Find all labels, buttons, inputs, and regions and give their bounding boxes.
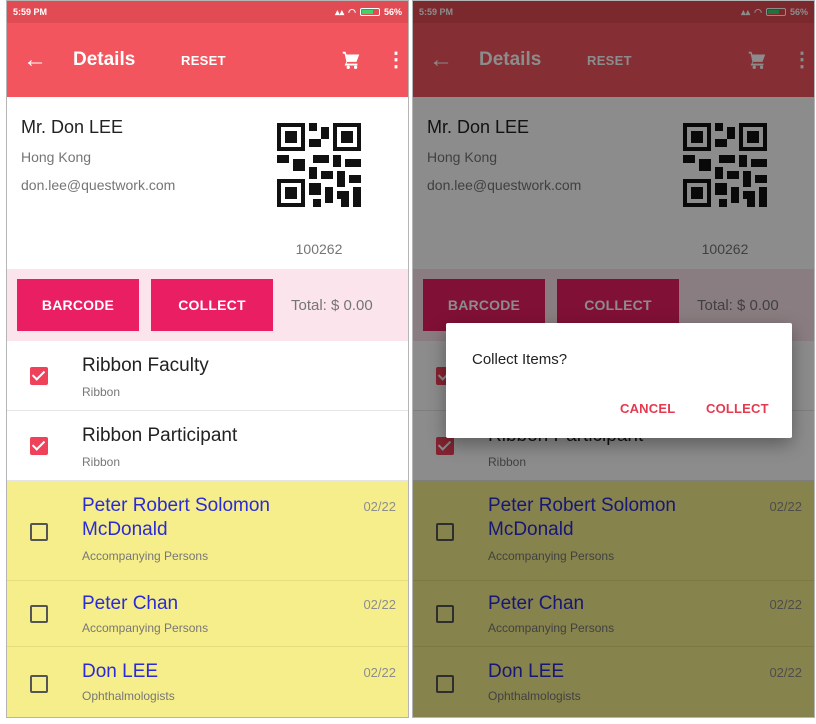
item-date: 02/22	[363, 597, 396, 612]
item-title[interactable]: Don LEE	[82, 661, 158, 683]
total-amount: Total: $ 0.00	[291, 296, 373, 314]
collect-items-dialog: Collect Items? CANCEL COLLECT	[446, 323, 792, 438]
barcode-button[interactable]: BARCODE	[17, 279, 139, 331]
checkbox-unchecked-icon[interactable]	[30, 605, 48, 623]
item-title: Ribbon Participant	[82, 425, 238, 446]
item-title-line1[interactable]: Peter Robert Solomon	[82, 495, 270, 517]
checkbox-unchecked-icon[interactable]	[30, 675, 48, 693]
item-title: Ribbon Faculty	[82, 355, 209, 376]
item-date: 02/22	[363, 499, 396, 514]
item-subtitle: Accompanying Persons	[82, 621, 209, 635]
profile-card: Mr. Don LEE Hong Kong don.lee@questwork.…	[7, 97, 408, 269]
item-title[interactable]: Peter Chan	[82, 593, 178, 615]
more-vert-icon[interactable]: ⋮	[386, 50, 406, 70]
profile-name: Mr. Don LEE	[21, 117, 124, 137]
status-time: 5:59 PM	[13, 7, 48, 17]
phone-screen-details: 5:59 PM ▴▴ ◠ 56% ← Details RESET ⋮ Mr. D…	[6, 0, 409, 718]
cart-icon[interactable]	[340, 49, 362, 71]
page-title: Details	[73, 49, 136, 70]
list-item[interactable]: Ribbon Participant Ribbon	[7, 411, 408, 481]
qr-code-icon	[277, 123, 361, 207]
dialog-cancel-button[interactable]: CANCEL	[620, 401, 675, 416]
item-date: 02/22	[363, 665, 396, 680]
list-item[interactable]: Ribbon Faculty Ribbon	[7, 341, 408, 411]
checkbox-unchecked-icon[interactable]	[30, 523, 48, 541]
list-item[interactable]: Peter Robert Solomon McDonald Accompanyi…	[7, 481, 408, 581]
signal-icon: ▴▴	[335, 6, 345, 17]
wifi-icon: ◠	[348, 6, 356, 17]
profile-email: don.lee@questwork.com	[21, 177, 176, 193]
profile-location: Hong Kong	[21, 149, 92, 165]
phone-screen-collect-dialog: 5:59 PM ▴▴ ◠ 56% ← Details RESET ⋮ Mr. D…	[412, 0, 815, 718]
dialog-title: Collect Items?	[472, 351, 568, 368]
item-subtitle: Ribbon	[82, 455, 121, 469]
item-subtitle: Ophthalmologists	[82, 689, 175, 703]
battery-level: 56%	[383, 7, 402, 17]
checkbox-checked-icon[interactable]	[30, 437, 48, 455]
reset-button[interactable]: RESET	[181, 53, 226, 68]
dialog-collect-button[interactable]: COLLECT	[706, 401, 769, 416]
back-arrow-icon[interactable]: ←	[23, 48, 73, 72]
status-icons: ▴▴ ◠ 56%	[335, 7, 402, 18]
app-bar: ← Details RESET ⋮	[7, 23, 408, 97]
item-subtitle: Accompanying Persons	[82, 549, 209, 563]
item-subtitle: Ribbon	[82, 385, 121, 399]
checkbox-checked-icon[interactable]	[30, 367, 48, 385]
status-bar: 5:59 PM ▴▴ ◠ 56%	[7, 1, 408, 23]
item-title-line2[interactable]: McDonald	[82, 519, 168, 541]
action-band: BARCODE COLLECT Total: $ 0.00	[7, 269, 408, 341]
qr-number: 100262	[295, 241, 343, 257]
battery-icon	[359, 8, 380, 16]
list-item[interactable]: Peter Chan Accompanying Persons 02/22	[7, 581, 408, 647]
list-item[interactable]: Don LEE Ophthalmologists 02/22	[7, 647, 408, 717]
collect-button[interactable]: COLLECT	[151, 279, 273, 331]
